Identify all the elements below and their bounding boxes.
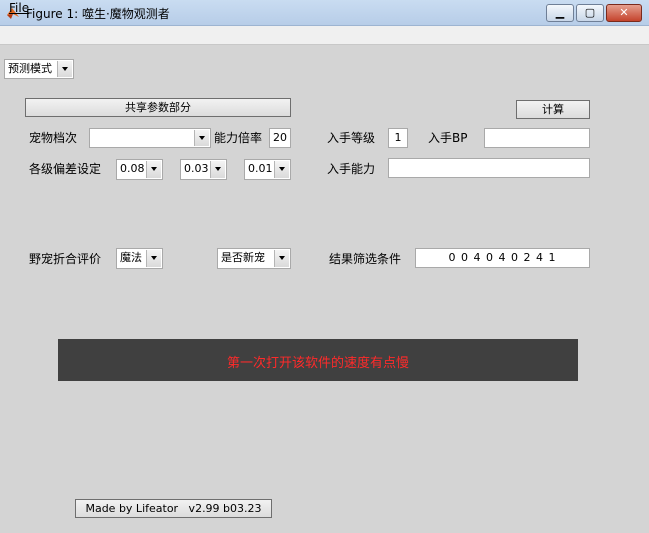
- chevron-down-icon: [194, 130, 209, 146]
- wild-pet-rating-label: 野宠折合评价: [29, 252, 102, 266]
- banner-text: 第一次打开该软件的速度有点慢: [226, 356, 409, 371]
- maximize-button[interactable]: ▢: [576, 4, 604, 22]
- deviation-value-3: 0.01: [248, 162, 273, 175]
- deviation-select-1[interactable]: 0.08: [116, 159, 163, 180]
- grade-deviation-label: 各级偏差设定: [29, 162, 102, 176]
- obtain-ability-label: 入手能力: [327, 162, 376, 176]
- pet-grade-label: 宠物档次: [29, 131, 78, 145]
- chevron-down-icon: [210, 161, 225, 178]
- new-pet-value: 是否新宠: [221, 251, 265, 264]
- deviation-value-1: 0.08: [120, 162, 145, 175]
- obtain-level-input[interactable]: 1: [388, 128, 408, 148]
- ability-multiplier-input[interactable]: 20: [269, 128, 291, 148]
- credit-button[interactable]: Made by Lifeator v2.99 b03.23: [75, 499, 272, 518]
- compute-button[interactable]: 计算: [516, 100, 590, 119]
- obtain-bp-input[interactable]: [484, 128, 590, 148]
- deviation-select-2[interactable]: 0.03: [180, 159, 227, 180]
- result-filter-label: 结果筛选条件: [329, 252, 402, 266]
- ability-multiplier-label: 能力倍率: [214, 131, 263, 145]
- minimize-icon: ▁: [555, 6, 565, 19]
- close-icon: ✕: [619, 6, 629, 19]
- close-button[interactable]: ✕: [606, 4, 642, 22]
- pet-grade-select[interactable]: [89, 128, 211, 148]
- chevron-down-icon: [274, 161, 289, 178]
- mode-select-value: 预测模式: [8, 62, 52, 75]
- menu-bar: [0, 26, 649, 45]
- wild-rating-value: 魔法: [120, 251, 142, 264]
- chevron-down-icon: [57, 61, 72, 77]
- deviation-value-2: 0.03: [184, 162, 209, 175]
- new-pet-select[interactable]: 是否新宠: [217, 248, 291, 269]
- deviation-select-3[interactable]: 0.01: [244, 159, 291, 180]
- obtain-bp-label: 入手BP: [428, 131, 468, 145]
- chevron-down-icon: [274, 250, 289, 267]
- shared-params-button[interactable]: 共享参数部分: [25, 98, 291, 117]
- wild-rating-select[interactable]: 魔法: [116, 248, 163, 269]
- obtain-level-label: 入手等级: [327, 131, 376, 145]
- minimize-button[interactable]: ▁: [546, 4, 574, 22]
- result-filter-input[interactable]: 0 0 4 0 4 0 2 4 1: [415, 248, 590, 268]
- mode-select[interactable]: 预测模式: [4, 59, 74, 79]
- chevron-down-icon: [146, 161, 161, 178]
- menu-file[interactable]: File: [9, 1, 29, 15]
- maximize-icon: ▢: [584, 6, 596, 19]
- chevron-down-icon: [146, 250, 161, 267]
- info-banner: 第一次打开该软件的速度有点慢: [58, 339, 578, 381]
- obtain-ability-input[interactable]: [388, 158, 590, 178]
- window-title: Figure 1: 噬生·魔物观测者: [26, 7, 170, 21]
